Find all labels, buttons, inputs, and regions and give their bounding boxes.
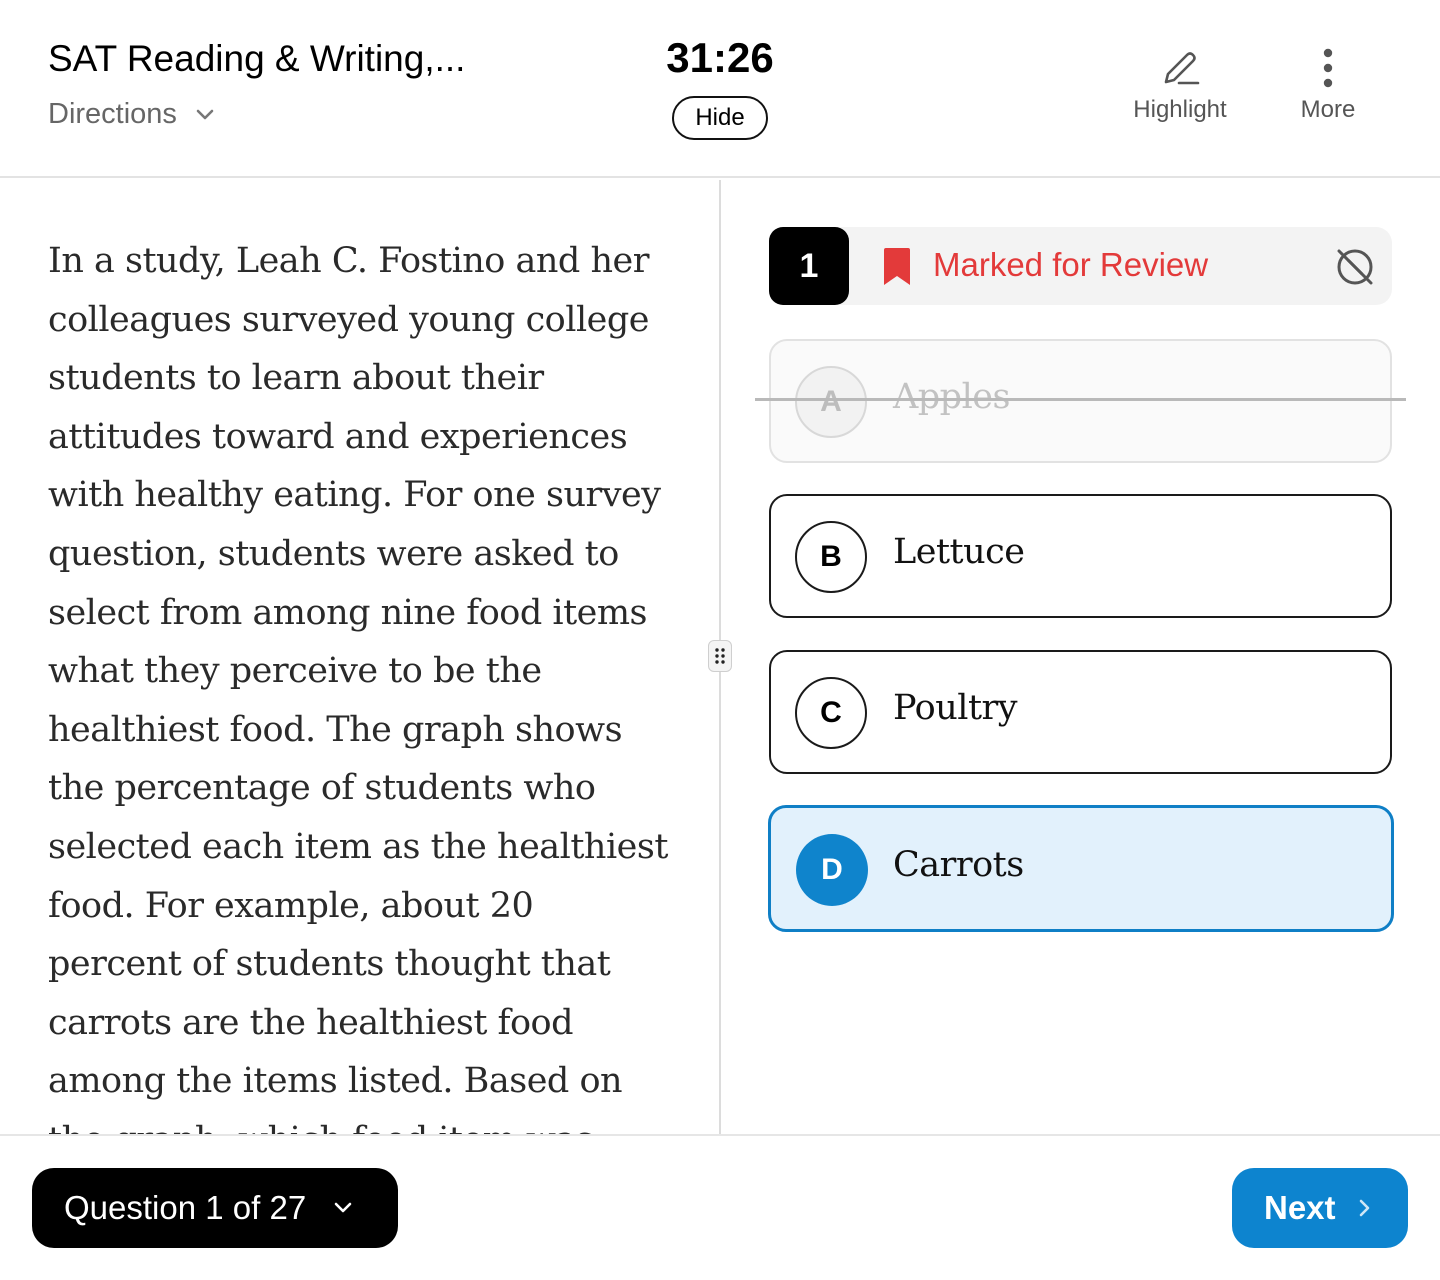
eliminate-toggle-icon[interactable]	[1333, 245, 1377, 289]
answer-choice-d[interactable]: D Carrots	[768, 805, 1394, 932]
choice-letter: D	[796, 834, 868, 906]
highlight-label: Highlight	[1133, 96, 1227, 123]
question-header-bar: 1 Marked for Review	[769, 227, 1392, 305]
question-number: 1	[769, 227, 849, 305]
question-navigator-label: Question 1 of 27	[64, 1189, 307, 1226]
top-bar: SAT Reading & Writing,... Directions 31:…	[0, 0, 1440, 178]
footer-divider	[0, 1134, 1440, 1136]
eliminated-strike-line	[755, 398, 1406, 401]
choice-letter: A	[795, 366, 867, 438]
pencil-icon	[1164, 52, 1200, 85]
answer-choice-a[interactable]: A Apples	[769, 339, 1392, 463]
bookmark-icon[interactable]	[881, 247, 913, 287]
test-title: SAT Reading & Writing,...	[48, 38, 466, 79]
question-navigator-button[interactable]: Question 1 of 27	[32, 1168, 398, 1248]
more-label: More	[1300, 96, 1356, 123]
chevron-down-icon	[196, 109, 214, 119]
highlight-button[interactable]: Highlight	[1120, 46, 1240, 124]
next-label: Next	[1264, 1189, 1336, 1226]
answer-choice-c[interactable]: C Poultry	[769, 650, 1392, 774]
choice-text: Poultry	[893, 688, 1018, 728]
choice-text: Apples	[893, 377, 1010, 417]
passage-pane[interactable]: In a study, Leah C. Fostino and her coll…	[0, 180, 719, 1134]
passage-text: In a study, Leah C. Fostino and her coll…	[48, 241, 668, 1134]
choice-text: Carrots	[893, 845, 1024, 885]
directions-label: Directions	[48, 98, 177, 130]
hide-timer-button[interactable]: Hide	[672, 96, 768, 140]
chevron-down-icon	[334, 1202, 352, 1213]
drag-handle-icon	[715, 648, 725, 664]
more-button[interactable]: More	[1288, 46, 1368, 124]
directions-toggle[interactable]: Directions	[48, 98, 217, 131]
answer-choice-b[interactable]: B Lettuce	[769, 494, 1392, 618]
chevron-right-icon	[1359, 1199, 1369, 1217]
choice-text: Lettuce	[893, 532, 1025, 572]
timer: 31:26	[666, 34, 774, 81]
choice-letter: B	[795, 521, 867, 593]
vertical-dots-icon	[1323, 48, 1333, 88]
next-button[interactable]: Next	[1232, 1168, 1408, 1248]
marked-for-review-label[interactable]: Marked for Review	[933, 246, 1208, 284]
choice-letter: C	[795, 677, 867, 749]
pane-resize-handle[interactable]	[708, 640, 732, 672]
